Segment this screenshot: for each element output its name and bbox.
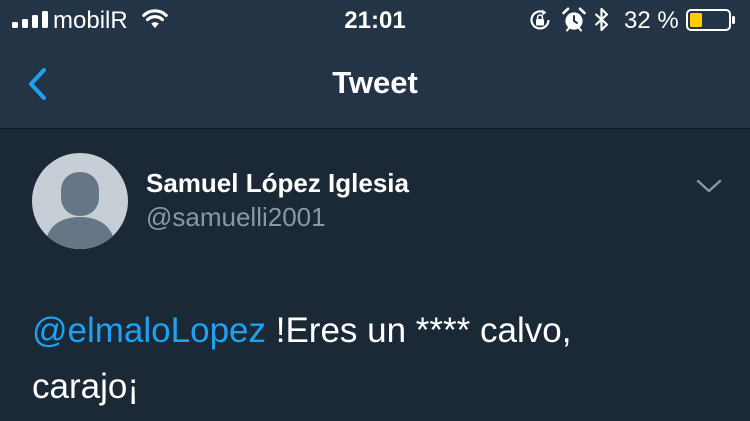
author-handle[interactable]: @samuelli2001: [146, 201, 326, 233]
author-display-name[interactable]: Samuel López Iglesia: [146, 167, 409, 199]
tweet-detail: Samuel López Iglesia @samuelli2001 @elma…: [0, 129, 750, 421]
rotation-lock-icon: [530, 9, 550, 30]
chevron-down-icon[interactable]: [696, 177, 722, 195]
tweet-text-rest: !Eres un **** calvo,: [266, 311, 572, 350]
status-bar: mobilR 21:01 32 %: [0, 0, 750, 40]
page-title: Tweet: [332, 65, 418, 100]
avatar[interactable]: [32, 153, 128, 249]
tweet-text-line-2: carajo¡: [32, 367, 139, 406]
default-avatar-icon: [45, 172, 115, 249]
bluetooth-icon: [594, 7, 609, 32]
tweet-text: @elmaloLopez !Eres un **** calvo, carajo¡: [32, 303, 722, 415]
navigation-bar: Tweet: [0, 40, 750, 129]
battery-percentage: 32 %: [624, 7, 679, 34]
alarm-icon: [562, 7, 586, 32]
battery-icon: [686, 9, 735, 31]
mention-link[interactable]: @elmaloLopez: [32, 311, 266, 350]
